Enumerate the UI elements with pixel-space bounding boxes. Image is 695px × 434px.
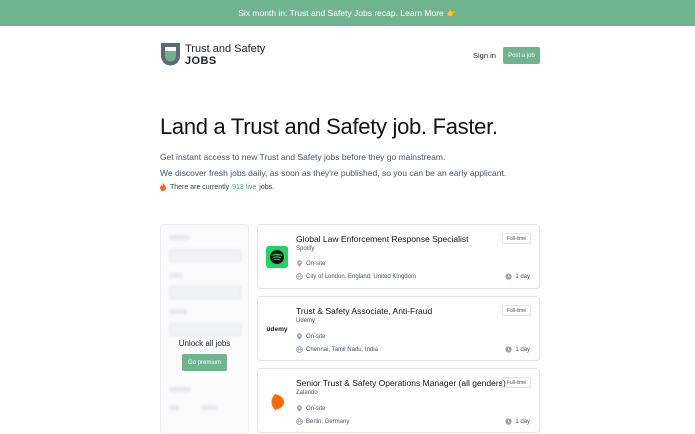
job-posted-age: 1 day	[505, 273, 530, 280]
fire-icon	[160, 183, 166, 191]
filter-label-placeholder	[169, 387, 191, 392]
job-location: Berlin, Germany	[296, 418, 349, 425]
location-label: Chennai, Tamil Nadu, India	[306, 346, 378, 353]
job-card[interactable]: Senior Trust & Safety Operations Manager…	[257, 368, 540, 433]
job-title[interactable]: Senior Trust & Safety Operations Manager…	[296, 378, 506, 388]
filter-label-placeholder	[169, 309, 187, 314]
filter-option-placeholder	[201, 405, 217, 410]
filter-input-placeholder	[169, 249, 241, 262]
live-prefix: There are currently	[170, 183, 230, 191]
location-label: City of London, England, United Kingdom	[306, 273, 417, 280]
clock-icon	[505, 273, 512, 280]
work-mode-label: On-site	[306, 333, 326, 340]
zalando-logo-icon	[266, 389, 288, 415]
site-logo[interactable]: Trust and Safety JOBS	[160, 42, 265, 69]
announcement-banner[interactable]: Six month in: Trust and Safety Jobs reca…	[0, 0, 695, 26]
filter-input-placeholder	[169, 323, 241, 336]
pointing-hand-icon: 👉	[446, 8, 457, 18]
live-count-value: 913 live	[232, 183, 257, 191]
shield-logo-icon	[161, 43, 180, 66]
job-work-mode: On-site	[296, 405, 325, 412]
employment-type-badge: Full-time	[501, 377, 531, 388]
job-work-mode: On-site	[296, 333, 325, 340]
job-posted-age: 1 day	[505, 418, 530, 425]
page-title: Land a Trust and Safety job. Faster.	[160, 114, 498, 139]
filter-sidebar	[160, 224, 249, 434]
globe-icon	[296, 273, 303, 280]
clock-icon	[505, 346, 512, 353]
hero-subtitle-line-2: We discover fresh jobs daily, as soon as…	[160, 168, 507, 178]
live-jobs-count: There are currently 913 live jobs.	[160, 183, 274, 191]
location-pin-icon	[297, 405, 302, 412]
job-posted-age: 1 day	[505, 346, 530, 353]
live-suffix: jobs.	[259, 183, 275, 191]
post-job-button[interactable]: Post a job	[503, 47, 540, 64]
job-location: Chennai, Tamil Nadu, India	[296, 346, 378, 353]
job-company: Spotify	[296, 246, 315, 252]
work-mode-label: On-site	[306, 260, 326, 267]
location-label: Berlin, Germany	[306, 418, 350, 425]
sign-in-link[interactable]: Sign in	[473, 51, 496, 60]
job-location: City of London, England, United Kingdom	[296, 273, 416, 280]
unlock-all-jobs-text: Unlock all jobs	[178, 339, 231, 348]
globe-icon	[296, 418, 303, 425]
employment-type-badge: Full-time	[501, 305, 531, 316]
logo-title: Trust and Safety	[185, 42, 266, 55]
job-company: Udemy	[296, 318, 316, 324]
go-premium-button[interactable]: Go premium	[182, 354, 227, 371]
location-pin-icon	[297, 260, 302, 267]
logo-subtitle: JOBS	[185, 54, 217, 67]
spotify-logo-icon	[266, 244, 288, 270]
globe-icon	[296, 346, 303, 353]
filter-label-placeholder	[169, 235, 189, 240]
filter-label-placeholder	[169, 273, 183, 278]
work-mode-label: On-site	[306, 405, 326, 412]
posted-age-label: 1 day	[515, 418, 530, 425]
job-work-mode: On-site	[296, 260, 325, 267]
filter-option-placeholder	[169, 405, 179, 410]
udemy-logo-icon: ûdemy	[266, 325, 288, 333]
posted-age-label: 1 day	[515, 346, 530, 353]
location-pin-icon	[297, 333, 302, 340]
employment-type-badge: Full-time	[501, 233, 531, 244]
hero-subtitle: Get instant access to new Trust and Safe…	[160, 149, 506, 181]
posted-age-label: 1 day	[515, 273, 530, 280]
clock-icon	[505, 418, 512, 425]
banner-text[interactable]: Six month in: Trust and Safety Jobs reca…	[238, 8, 444, 18]
job-title[interactable]: Trust & Safety Associate, Anti-Fraud	[296, 306, 432, 316]
job-card[interactable]: ûdemy Trust & Safety Associate, Anti-Fra…	[257, 296, 540, 361]
job-card[interactable]: Global Law Enforcement Response Speciali…	[257, 224, 540, 289]
job-company: Zalando	[296, 390, 318, 396]
filter-input-placeholder	[169, 286, 241, 299]
hero-subtitle-line-1: Get instant access to new Trust and Safe…	[160, 152, 446, 162]
job-title[interactable]: Global Law Enforcement Response Speciali…	[296, 234, 468, 244]
